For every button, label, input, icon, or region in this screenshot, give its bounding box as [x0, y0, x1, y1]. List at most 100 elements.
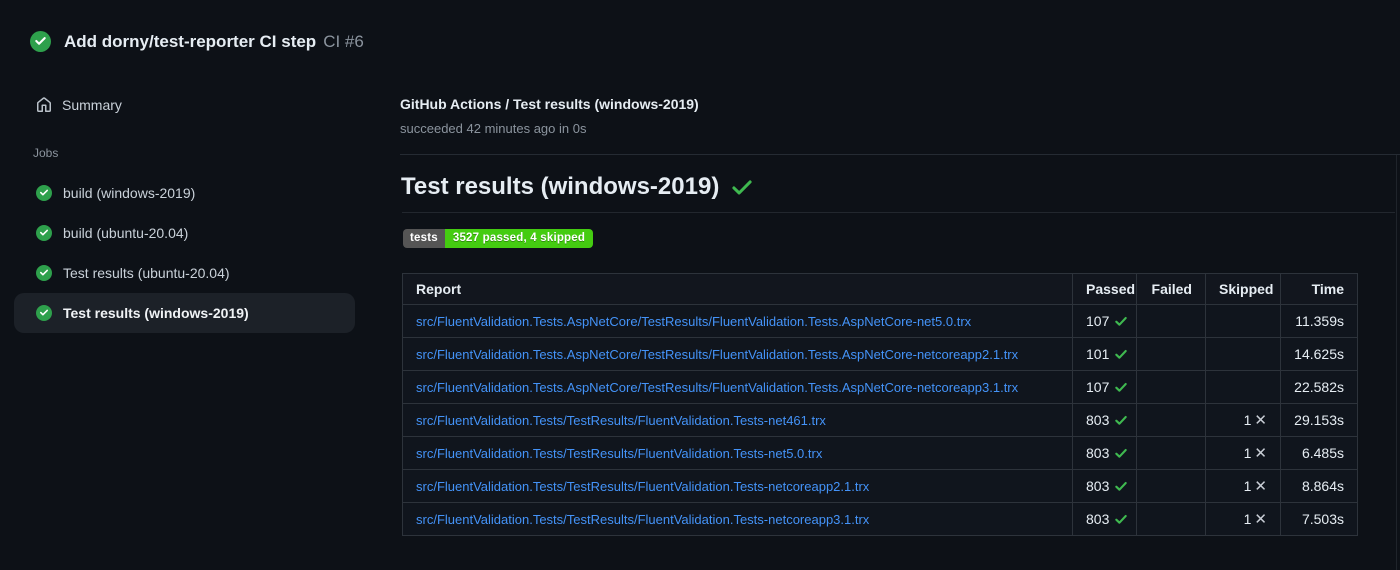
- run-header: Add dorny/test-reporter CI step CI #6: [30, 31, 364, 52]
- skipped-count: 1: [1243, 511, 1252, 527]
- sidebar-item-label: build (ubuntu-20.04): [63, 225, 189, 241]
- time-cell: 11.359s: [1280, 304, 1358, 338]
- time-cell: 29.153s: [1280, 403, 1358, 437]
- sidebar-summary-label: Summary: [62, 97, 122, 113]
- jobs-section-label: Jobs: [33, 146, 59, 160]
- check-icon: [1115, 349, 1128, 359]
- skipped-cell: [1205, 370, 1281, 404]
- x-icon: ✕: [1254, 412, 1267, 429]
- report-link[interactable]: src/FluentValidation.Tests/TestResults/F…: [416, 446, 822, 461]
- table-row: src/FluentValidation.Tests/TestResults/F…: [402, 502, 1358, 536]
- time-value: 6.485s: [1301, 445, 1344, 461]
- time-cell: 14.625s: [1280, 337, 1358, 371]
- passed-cell: 803: [1072, 469, 1137, 503]
- sidebar: Summary Jobs build (windows-2019) build …: [0, 90, 370, 333]
- skipped-cell: 1 ✕: [1205, 469, 1281, 503]
- passed-cell: 101: [1072, 337, 1137, 371]
- passed-count: 101: [1086, 346, 1110, 362]
- table-row: src/FluentValidation.Tests/TestResults/F…: [402, 469, 1358, 503]
- passed-cell: 803: [1072, 502, 1137, 536]
- table-row: src/FluentValidation.Tests.AspNetCore/Te…: [402, 337, 1358, 371]
- report-link[interactable]: src/FluentValidation.Tests/TestResults/F…: [416, 479, 869, 494]
- passed-count: 803: [1086, 511, 1110, 527]
- skipped-count: 1: [1243, 445, 1252, 461]
- passed-cell: 803: [1072, 436, 1137, 470]
- column-header-failed: Failed: [1136, 273, 1206, 305]
- divider: [400, 154, 1400, 155]
- sidebar-item-job[interactable]: build (windows-2019): [14, 173, 355, 213]
- home-icon: [37, 97, 51, 112]
- check-circle-icon: [36, 185, 52, 201]
- sidebar-item-summary[interactable]: Summary: [0, 90, 370, 120]
- time-cell: 8.864s: [1280, 469, 1358, 503]
- report-cell: src/FluentValidation.Tests/TestResults/F…: [402, 436, 1073, 470]
- sidebar-item-job[interactable]: Test results (windows-2019): [14, 293, 355, 333]
- passed-count: 803: [1086, 412, 1110, 428]
- pane-edge-divider: [1396, 155, 1397, 570]
- skipped-cell: [1205, 337, 1281, 371]
- report-link[interactable]: src/FluentValidation.Tests/TestResults/F…: [416, 413, 826, 428]
- time-cell: 6.485s: [1280, 436, 1358, 470]
- passed-count: 107: [1086, 379, 1110, 395]
- x-icon: ✕: [1254, 445, 1267, 462]
- report-cell: src/FluentValidation.Tests/TestResults/F…: [402, 403, 1073, 437]
- failed-cell: [1136, 436, 1206, 470]
- tests-badge: tests 3527 passed, 4 skipped: [403, 229, 594, 248]
- table-header-row: Report Passed Failed Skipped Time: [402, 273, 1358, 305]
- check-icon: [1115, 415, 1128, 425]
- report-link[interactable]: src/FluentValidation.Tests.AspNetCore/Te…: [416, 347, 1018, 362]
- check-circle-icon: [36, 265, 52, 281]
- run-title: Add dorny/test-reporter CI step: [64, 31, 317, 51]
- time-value: 22.582s: [1294, 379, 1344, 395]
- failed-cell: [1136, 502, 1206, 536]
- check-run-content: GitHub Actions / Test results (windows-2…: [400, 96, 1400, 570]
- jobs-list: build (windows-2019) build (ubuntu-20.04…: [0, 173, 370, 333]
- report-link[interactable]: src/FluentValidation.Tests.AspNetCore/Te…: [416, 314, 971, 329]
- skipped-count: 1: [1243, 478, 1252, 494]
- check-icon: [1115, 448, 1128, 458]
- sidebar-item-label: build (windows-2019): [63, 185, 196, 201]
- failed-cell: [1136, 469, 1206, 503]
- column-header-passed: Passed: [1072, 273, 1137, 305]
- skipped-cell: 1 ✕: [1205, 502, 1281, 536]
- passed-count: 803: [1086, 478, 1110, 494]
- report-cell: src/FluentValidation.Tests.AspNetCore/Te…: [402, 337, 1073, 371]
- x-icon: ✕: [1254, 478, 1267, 495]
- check-run-status: succeeded 42 minutes ago in 0s: [400, 121, 587, 136]
- report-link[interactable]: src/FluentValidation.Tests/TestResults/F…: [416, 512, 869, 527]
- skipped-cell: 1 ✕: [1205, 403, 1281, 437]
- skipped-cell: 1 ✕: [1205, 436, 1281, 470]
- failed-cell: [1136, 370, 1206, 404]
- time-value: 29.153s: [1294, 412, 1344, 428]
- sidebar-item-label: Test results (windows-2019): [63, 305, 249, 321]
- report-link[interactable]: src/FluentValidation.Tests.AspNetCore/Te…: [416, 380, 1018, 395]
- column-header-report: Report: [402, 273, 1073, 305]
- time-value: 8.864s: [1301, 478, 1344, 494]
- time-cell: 7.503s: [1280, 502, 1358, 536]
- report-cell: src/FluentValidation.Tests.AspNetCore/Te…: [402, 370, 1073, 404]
- table-row: src/FluentValidation.Tests.AspNetCore/Te…: [402, 370, 1358, 404]
- report-cell: src/FluentValidation.Tests/TestResults/F…: [402, 469, 1073, 503]
- sidebar-item-job[interactable]: build (ubuntu-20.04): [14, 213, 355, 253]
- page-title: Test results (windows-2019): [401, 173, 720, 200]
- tests-badge-value: 3527 passed, 4 skipped: [444, 229, 594, 248]
- passed-count: 107: [1086, 313, 1110, 329]
- failed-cell: [1136, 403, 1206, 437]
- app-root: Add dorny/test-reporter CI step CI #6 Su…: [0, 0, 1400, 570]
- page-title-row: Test results (windows-2019): [401, 173, 754, 201]
- time-value: 7.503s: [1301, 511, 1344, 527]
- report-cell: src/FluentValidation.Tests/TestResults/F…: [402, 502, 1073, 536]
- column-header-skipped: Skipped: [1205, 273, 1281, 305]
- check-icon: [1115, 316, 1128, 326]
- check-circle-icon: [36, 225, 52, 241]
- table-row: src/FluentValidation.Tests.AspNetCore/Te…: [402, 304, 1358, 338]
- passed-cell: 803: [1072, 403, 1137, 437]
- tests-badge-label: tests: [403, 229, 445, 248]
- table-row: src/FluentValidation.Tests/TestResults/F…: [402, 403, 1358, 437]
- failed-cell: [1136, 337, 1206, 371]
- sidebar-item-job[interactable]: Test results (ubuntu-20.04): [14, 253, 355, 293]
- sidebar-item-label: Test results (ubuntu-20.04): [63, 265, 230, 281]
- failed-cell: [1136, 304, 1206, 338]
- passed-count: 803: [1086, 445, 1110, 461]
- x-icon: ✕: [1254, 511, 1267, 528]
